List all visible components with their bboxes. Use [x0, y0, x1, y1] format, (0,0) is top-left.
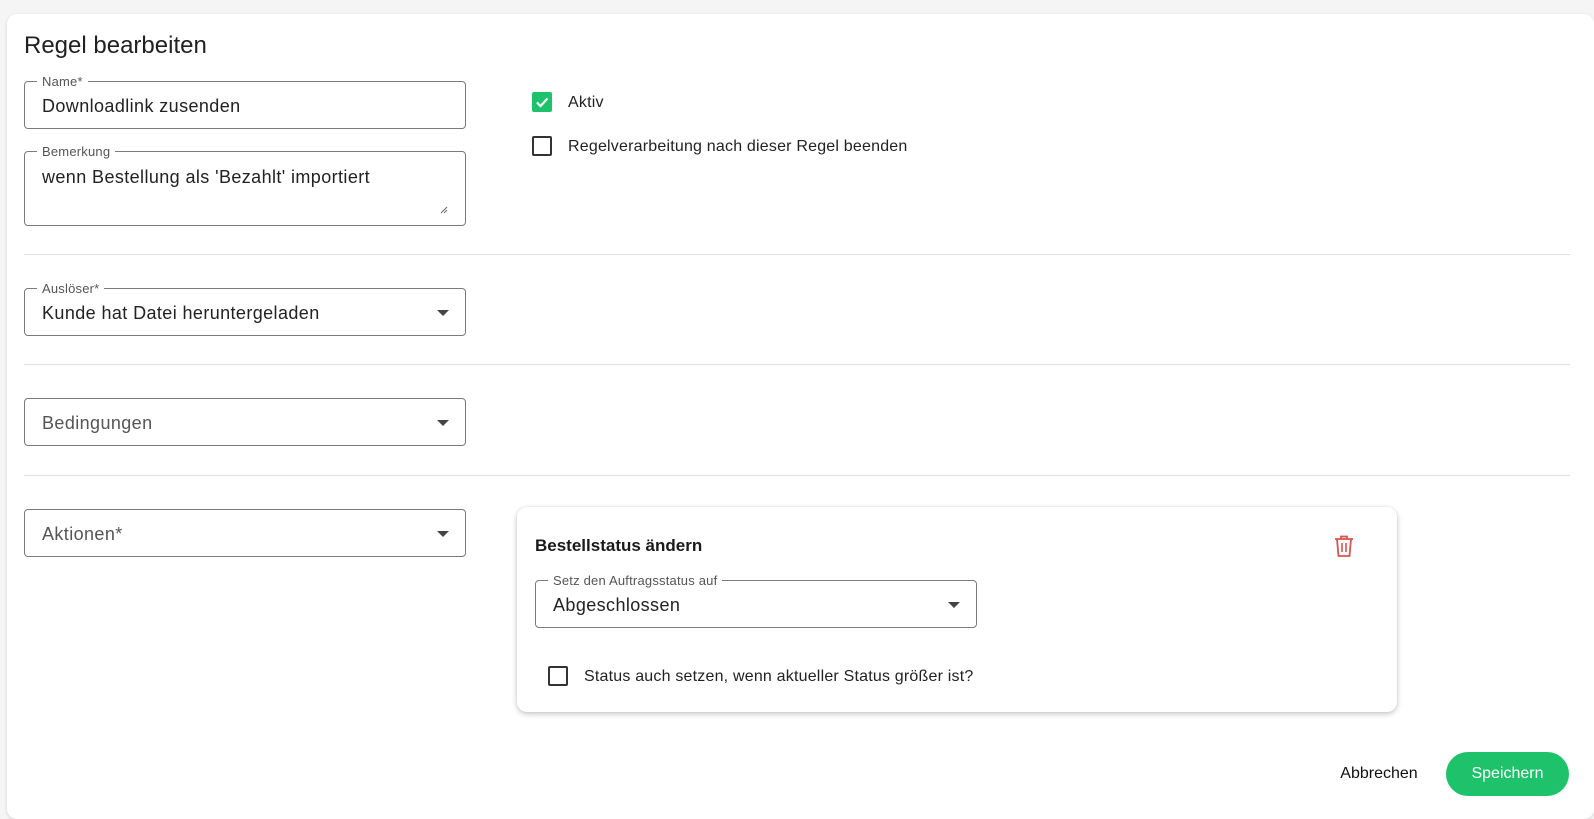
- remark-textarea[interactable]: Bemerkung wenn Bestellung als 'Bezahlt' …: [24, 144, 466, 226]
- action-card: Bestellstatus ändern Setz den Auftragsst…: [517, 507, 1397, 712]
- chevron-down-icon: [948, 602, 960, 608]
- stop-processing-label: Regelverarbeitung nach dieser Regel been…: [568, 138, 908, 155]
- actions-select-placeholder: Aktionen*: [42, 524, 123, 544]
- actions-select[interactable]: Aktionen*: [24, 509, 466, 557]
- trigger-select-value: Kunde hat Datei heruntergeladen: [42, 303, 320, 323]
- stop-processing-checkbox[interactable]: [532, 136, 552, 156]
- force-status-label: Status auch setzen, wenn aktueller Statu…: [584, 668, 974, 685]
- force-status-checkbox[interactable]: [548, 666, 568, 686]
- order-status-select-label: Setz den Auftragsstatus auf: [548, 573, 723, 588]
- trigger-select[interactable]: Auslöser* Kunde hat Datei heruntergelade…: [24, 281, 466, 336]
- resize-handle-icon[interactable]: [440, 206, 448, 214]
- conditions-select-placeholder: Bedingungen: [42, 413, 153, 433]
- order-status-select-value: Abgeschlossen: [553, 595, 681, 615]
- action-card-title: Bestellstatus ändern: [535, 536, 703, 555]
- chevron-down-icon: [437, 531, 449, 537]
- name-field-value: Downloadlink zusenden: [42, 96, 241, 116]
- name-field-label: Name*: [37, 74, 88, 89]
- cancel-button[interactable]: Abbrechen: [1329, 756, 1429, 792]
- save-button[interactable]: Speichern: [1446, 752, 1569, 796]
- trash-icon[interactable]: [1332, 533, 1356, 559]
- remark-field-label: Bemerkung: [37, 144, 116, 159]
- chevron-down-icon: [437, 310, 449, 316]
- order-status-select[interactable]: Setz den Auftragsstatus auf Abgeschlosse…: [535, 573, 977, 628]
- trigger-select-label: Auslöser*: [37, 281, 105, 296]
- divider: [24, 364, 1570, 365]
- chevron-down-icon: [437, 420, 449, 426]
- active-checkbox[interactable]: [532, 92, 552, 112]
- dialog-title: Regel bearbeiten: [24, 32, 207, 59]
- remark-field-value: wenn Bestellung als 'Bezahlt' importiert: [42, 167, 371, 187]
- conditions-select[interactable]: Bedingungen: [24, 398, 466, 446]
- name-field[interactable]: Name* Downloadlink zusenden: [24, 74, 466, 129]
- divider: [24, 254, 1570, 255]
- checkmark-icon: [536, 97, 549, 108]
- active-label: Aktiv: [568, 94, 604, 111]
- divider: [24, 475, 1570, 476]
